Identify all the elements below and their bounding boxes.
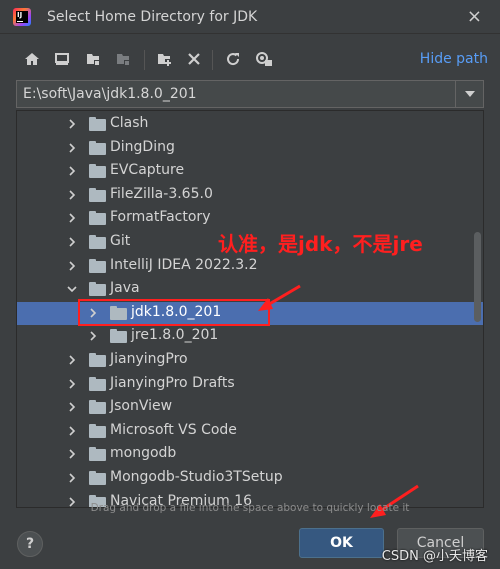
annotation-highlight-box (78, 299, 270, 326)
path-field-value[interactable]: E:\soft\Java\jdk1.8.0_201 (23, 86, 197, 102)
tree-row-label: IntelliJ IDEA 2022.3.2 (110, 256, 258, 273)
tree-row[interactable]: Mongodb-Studio3TSetup (17, 467, 483, 490)
chevron-right-icon[interactable] (88, 331, 98, 341)
tree-row-label: mongodb (110, 445, 177, 462)
hide-path-link[interactable]: Hide path (420, 51, 488, 67)
tree-row-label: Mongodb-Studio3TSetup (110, 469, 283, 485)
tree-row-label: FormatFactory (110, 209, 211, 226)
title-bar: IJ Select Home Directory for JDK × (0, 0, 500, 34)
tree-row[interactable]: IntelliJ IDEA 2022.3.2 (17, 255, 483, 278)
tree-row-label: DingDing (110, 138, 175, 155)
chevron-down-icon (464, 91, 475, 97)
project-folder-icon[interactable] (82, 48, 104, 70)
chevron-right-icon[interactable] (67, 166, 77, 176)
chevron-right-icon[interactable] (67, 261, 77, 271)
folder-icon (89, 376, 106, 391)
delete-icon[interactable] (183, 48, 205, 70)
tree-row[interactable]: Java (17, 278, 483, 301)
chevron-right-icon[interactable] (67, 213, 77, 223)
chevron-right-icon[interactable] (67, 449, 77, 459)
help-button[interactable]: ? (17, 531, 43, 557)
tree-row[interactable]: jre1.8.0_201 (17, 325, 483, 348)
desktop-icon[interactable] (51, 48, 73, 70)
chevron-right-icon[interactable] (67, 473, 77, 483)
tree-row-label: JianyingPro Drafts (110, 374, 235, 391)
refresh-icon[interactable] (222, 48, 244, 70)
folder-icon (89, 471, 106, 485)
chevron-right-icon[interactable] (67, 426, 77, 436)
path-field[interactable]: E:\soft\Java\jdk1.8.0_201 (16, 80, 484, 108)
folder-icon (89, 258, 106, 273)
tree-row[interactable]: JianyingPro Drafts (17, 373, 483, 396)
tree-row[interactable]: Clash (17, 113, 483, 136)
tree-scrollbar[interactable] (474, 232, 481, 322)
folder-icon (89, 164, 106, 179)
new-folder-icon[interactable] (153, 48, 175, 70)
folder-icon (89, 235, 106, 249)
folder-icon (89, 423, 106, 438)
chevron-right-icon[interactable] (67, 237, 77, 247)
tree-row-label: JsonView (110, 398, 173, 415)
chevron-right-icon[interactable] (67, 379, 77, 389)
tree-row-label: jre1.8.0_201 (131, 327, 219, 344)
chevron-right-icon[interactable] (67, 355, 77, 365)
folder-icon (89, 187, 106, 202)
tree-row-label: JianyingPro (110, 351, 188, 367)
folder-icon (89, 211, 106, 226)
annotation-text: 认准，是jdk，不是jre (218, 232, 423, 256)
folder-icon (89, 282, 106, 297)
tree-row[interactable]: EVCapture (17, 160, 483, 183)
drag-drop-hint: Drag and drop a file into the space abov… (90, 502, 410, 514)
toolbar-separator (144, 50, 145, 70)
folder-icon (89, 140, 106, 155)
tree-row-label: EVCapture (110, 162, 185, 179)
ok-button[interactable]: OK (299, 528, 384, 558)
tree-row-label: Clash (110, 115, 149, 131)
tree-row[interactable]: JianyingPro (17, 349, 483, 372)
chevron-right-icon[interactable] (67, 190, 77, 200)
folder-icon (89, 447, 106, 462)
tree-row[interactable]: JsonView (17, 396, 483, 419)
module-folder-icon[interactable] (112, 48, 134, 70)
tree-row-label: Java (110, 280, 140, 297)
watermark: CSDN @小夭博客 (381, 549, 488, 564)
tree-row-label: FileZilla-3.65.0 (110, 185, 213, 202)
chevron-right-icon[interactable] (67, 402, 77, 412)
close-icon[interactable]: × (467, 6, 482, 27)
tree-row[interactable]: Microsoft VS Code (17, 420, 483, 443)
chevron-right-icon[interactable] (67, 119, 77, 129)
tree-row[interactable]: DingDing (17, 137, 483, 160)
folder-icon (89, 353, 106, 367)
tree-row[interactable]: mongodb (17, 443, 483, 466)
tree-row-label: Git (110, 233, 131, 249)
show-hidden-icon[interactable] (253, 48, 275, 70)
folder-icon (89, 117, 106, 131)
chevron-right-icon[interactable] (67, 143, 77, 153)
tree-row[interactable]: FileZilla-3.65.0 (17, 184, 483, 207)
path-dropdown-button[interactable] (455, 81, 483, 107)
toolbar: Hide path (0, 46, 500, 74)
intellij-idea-icon: IJ (13, 8, 31, 26)
dialog-title: Select Home Directory for JDK (47, 9, 258, 25)
folder-icon (89, 400, 106, 415)
home-icon[interactable] (21, 48, 43, 70)
toolbar-separator (212, 50, 213, 70)
tree-row[interactable]: FormatFactory (17, 207, 483, 230)
chevron-down-icon[interactable] (67, 284, 77, 294)
folder-icon (110, 329, 127, 344)
tree-row-label: Microsoft VS Code (110, 421, 237, 438)
